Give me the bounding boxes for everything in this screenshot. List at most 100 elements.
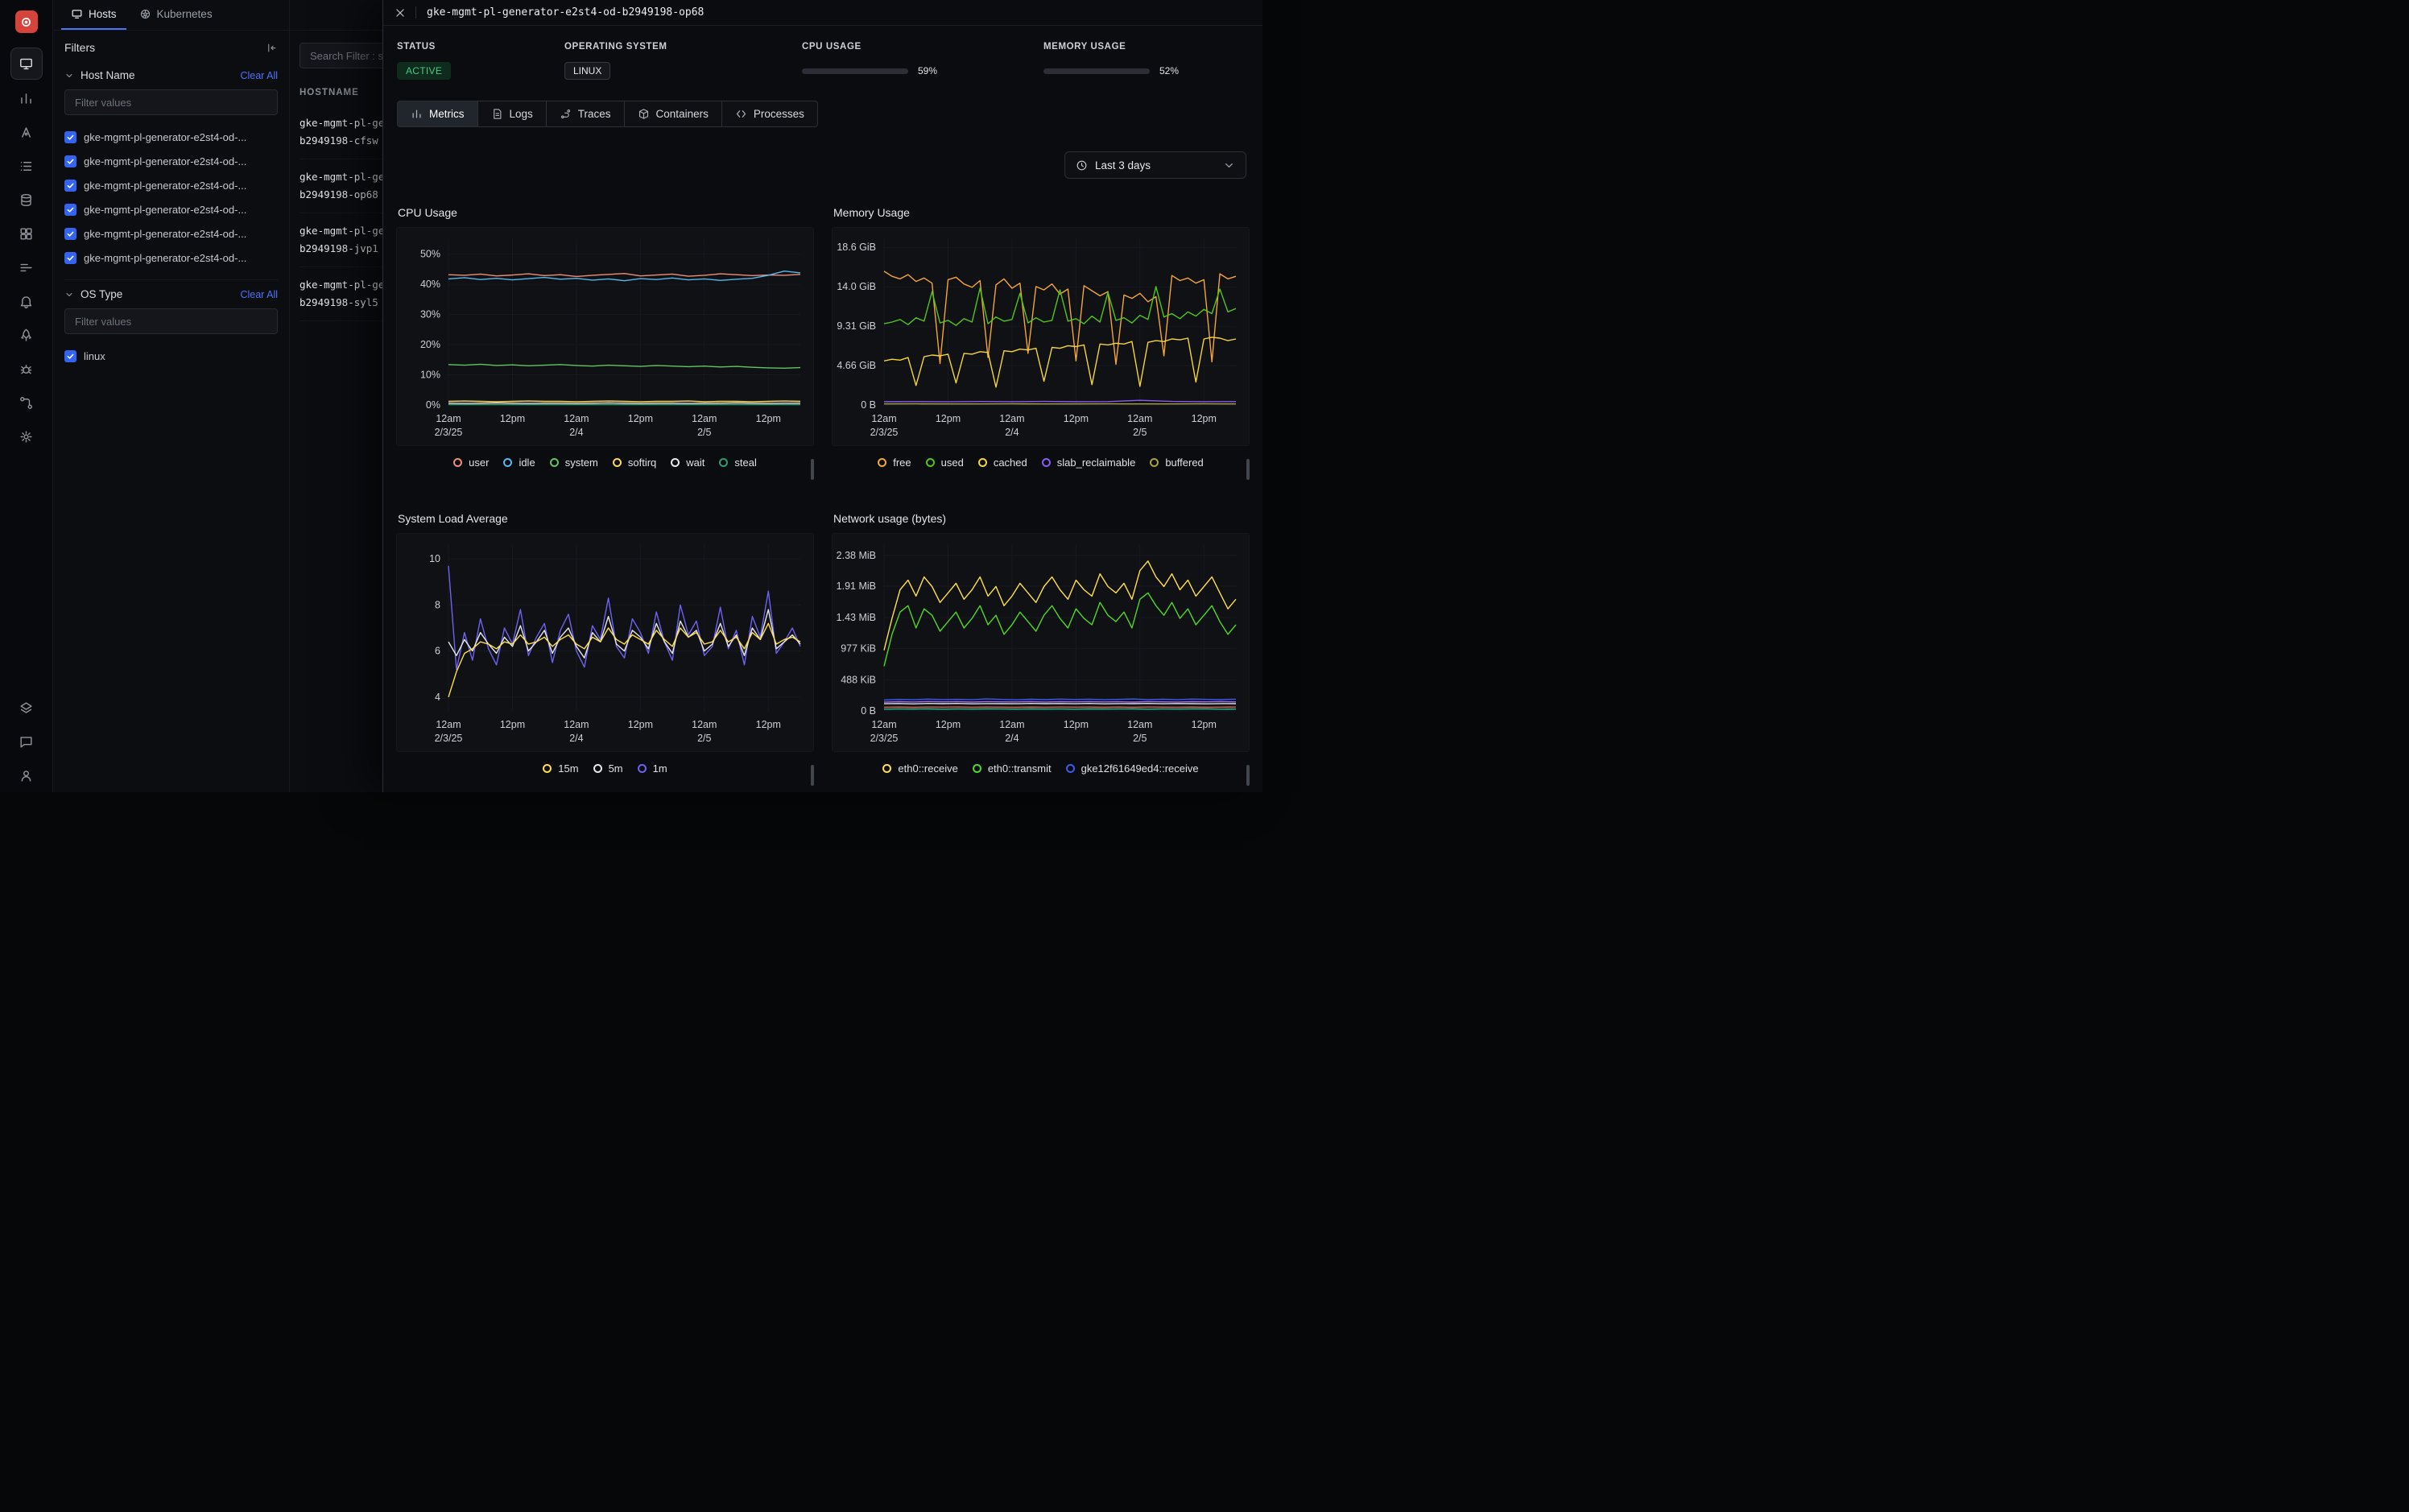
legend-scrollbar[interactable] — [1246, 459, 1250, 480]
chart-canvas[interactable]: 0 B488 KiB977 KiB1.43 MiB1.91 MiB2.38 Mi… — [832, 533, 1250, 752]
checkbox-checked-icon[interactable] — [64, 180, 76, 192]
legend-item[interactable]: 5m — [593, 762, 623, 775]
legend-item[interactable]: gke12f61649ed4::receive — [1066, 762, 1199, 775]
bell-icon[interactable] — [11, 286, 42, 316]
compass-icon[interactable] — [11, 117, 42, 147]
legend-item[interactable]: softirq — [613, 456, 656, 469]
host-name-options: gke-mgmt-pl-generator-e2st4-od-...gke-mg… — [64, 125, 278, 270]
svg-text:12pm: 12pm — [1192, 413, 1217, 424]
legend-item[interactable]: system — [550, 456, 598, 469]
svg-text:2/5: 2/5 — [1133, 733, 1147, 744]
filter-option[interactable]: linux — [64, 344, 278, 368]
svg-text:40%: 40% — [420, 279, 440, 290]
chevron-down-icon[interactable] — [64, 290, 74, 300]
legend-item[interactable]: 1m — [638, 762, 667, 775]
section-title: Host Name — [81, 69, 135, 81]
filter-option[interactable]: gke-mgmt-pl-generator-e2st4-od-... — [64, 149, 278, 173]
chart-canvas[interactable]: 0 B4.66 GiB9.31 GiB14.0 GiB18.6 GiB12am2… — [832, 227, 1250, 446]
filter-option[interactable]: gke-mgmt-pl-generator-e2st4-od-... — [64, 125, 278, 149]
tab-containers[interactable]: Containers — [625, 101, 722, 127]
clear-all-link[interactable]: Clear All — [240, 289, 278, 300]
list-icon[interactable] — [11, 151, 42, 181]
filters-title: Filters — [64, 41, 95, 54]
svg-text:12pm: 12pm — [628, 413, 653, 424]
filter-option-label: linux — [84, 350, 105, 362]
filter-option-label: gke-mgmt-pl-generator-e2st4-od-... — [84, 228, 246, 240]
svg-text:50%: 50% — [420, 249, 440, 260]
tab-metrics[interactable]: Metrics — [397, 101, 478, 127]
containers-icon — [638, 108, 650, 120]
svg-text:18.6 GiB: 18.6 GiB — [837, 242, 876, 253]
legend-item[interactable]: user — [453, 456, 489, 469]
host-stats-row: STATUS ACTIVE OPERATING SYSTEM LINUX CPU… — [383, 26, 1262, 80]
legend-item[interactable]: slab_reclaimable — [1042, 456, 1136, 469]
legend-item[interactable]: 15m — [543, 762, 578, 775]
bug-icon[interactable] — [11, 353, 42, 384]
cpu-usage-label: CPU USAGE — [802, 42, 1043, 52]
legend-item[interactable]: free — [878, 456, 911, 469]
legend-ring-icon — [638, 764, 647, 773]
legend-item[interactable]: eth0::transmit — [973, 762, 1052, 775]
legend-scrollbar[interactable] — [811, 459, 814, 480]
clear-all-link[interactable]: Clear All — [240, 70, 278, 81]
chart-cpu-usage: CPU Usage 0%10%20%30%40%50%12am2/3/2512p… — [396, 206, 814, 486]
svg-text:2/4: 2/4 — [569, 733, 583, 744]
time-range-picker[interactable]: Last 3 days — [1064, 151, 1246, 179]
chart-canvas[interactable]: 0%10%20%30%40%50%12am2/3/2512pm12am2/412… — [396, 227, 814, 446]
rocket-icon[interactable] — [11, 320, 42, 350]
close-icon[interactable] — [395, 7, 406, 19]
os-label: OPERATING SYSTEM — [564, 42, 802, 52]
workflow-icon[interactable] — [11, 387, 42, 418]
tab-traces[interactable]: Traces — [547, 101, 625, 127]
legend-item[interactable]: cached — [978, 456, 1027, 469]
chevron-down-icon — [1223, 159, 1235, 171]
checkbox-checked-icon[interactable] — [64, 228, 76, 240]
tab-label: Traces — [578, 108, 611, 120]
chat-icon[interactable] — [11, 726, 42, 757]
user-icon[interactable] — [11, 760, 42, 791]
app-logo[interactable] — [15, 10, 38, 33]
svg-text:12am: 12am — [999, 413, 1024, 424]
filter-option[interactable]: gke-mgmt-pl-generator-e2st4-od-... — [64, 173, 278, 197]
bar-chart-icon[interactable] — [11, 83, 42, 114]
legend-scrollbar[interactable] — [811, 765, 814, 786]
chevron-down-icon[interactable] — [64, 71, 74, 81]
sliders-icon[interactable] — [11, 252, 42, 283]
checkbox-checked-icon[interactable] — [64, 204, 76, 216]
checkbox-checked-icon[interactable] — [64, 350, 76, 362]
tab-kubernetes[interactable]: Kubernetes — [130, 0, 222, 30]
legend-ring-icon — [1042, 458, 1051, 467]
chart-legend: user idle system softirq wait steal — [396, 449, 814, 475]
filter-option[interactable]: gke-mgmt-pl-generator-e2st4-od-... — [64, 197, 278, 221]
legend-item[interactable]: eth0::receive — [882, 762, 957, 775]
svg-text:12am: 12am — [436, 413, 461, 424]
database-icon[interactable] — [11, 184, 42, 215]
legend-item[interactable]: wait — [671, 456, 705, 469]
status-badge: ACTIVE — [397, 62, 451, 80]
filter-values-input[interactable] — [73, 96, 269, 109]
stat-status: STATUS ACTIVE — [397, 42, 564, 80]
collapse-panel-icon[interactable] — [266, 42, 278, 54]
filter-option[interactable]: gke-mgmt-pl-generator-e2st4-od-... — [64, 246, 278, 270]
tab-processes[interactable]: Processes — [722, 101, 818, 127]
svg-text:1.43 MiB: 1.43 MiB — [837, 612, 876, 623]
checkbox-checked-icon[interactable] — [64, 155, 76, 167]
legend-item[interactable]: idle — [503, 456, 535, 469]
filter-values-input[interactable] — [73, 315, 269, 328]
monitor-icon[interactable] — [10, 48, 43, 80]
legend-item[interactable]: steal — [719, 456, 756, 469]
detail-tabs: MetricsLogs Traces ContainersProcesses — [397, 101, 1249, 127]
legend-scrollbar[interactable] — [1246, 765, 1250, 786]
checkbox-checked-icon[interactable] — [64, 131, 76, 143]
legend-item[interactable]: used — [926, 456, 964, 469]
grid-icon[interactable] — [11, 218, 42, 249]
checkbox-checked-icon[interactable] — [64, 252, 76, 264]
tab-hosts[interactable]: Hosts — [61, 0, 126, 30]
legend-item[interactable]: buffered — [1150, 456, 1203, 469]
chart-canvas[interactable]: 4681012am2/3/2512pm12am2/412pm12am2/512p… — [396, 533, 814, 752]
filter-option[interactable]: gke-mgmt-pl-generator-e2st4-od-... — [64, 221, 278, 246]
tab-logs[interactable]: Logs — [478, 101, 547, 127]
layers-icon[interactable] — [11, 692, 42, 723]
svg-text:12pm: 12pm — [936, 719, 961, 730]
gear-icon[interactable] — [11, 421, 42, 452]
